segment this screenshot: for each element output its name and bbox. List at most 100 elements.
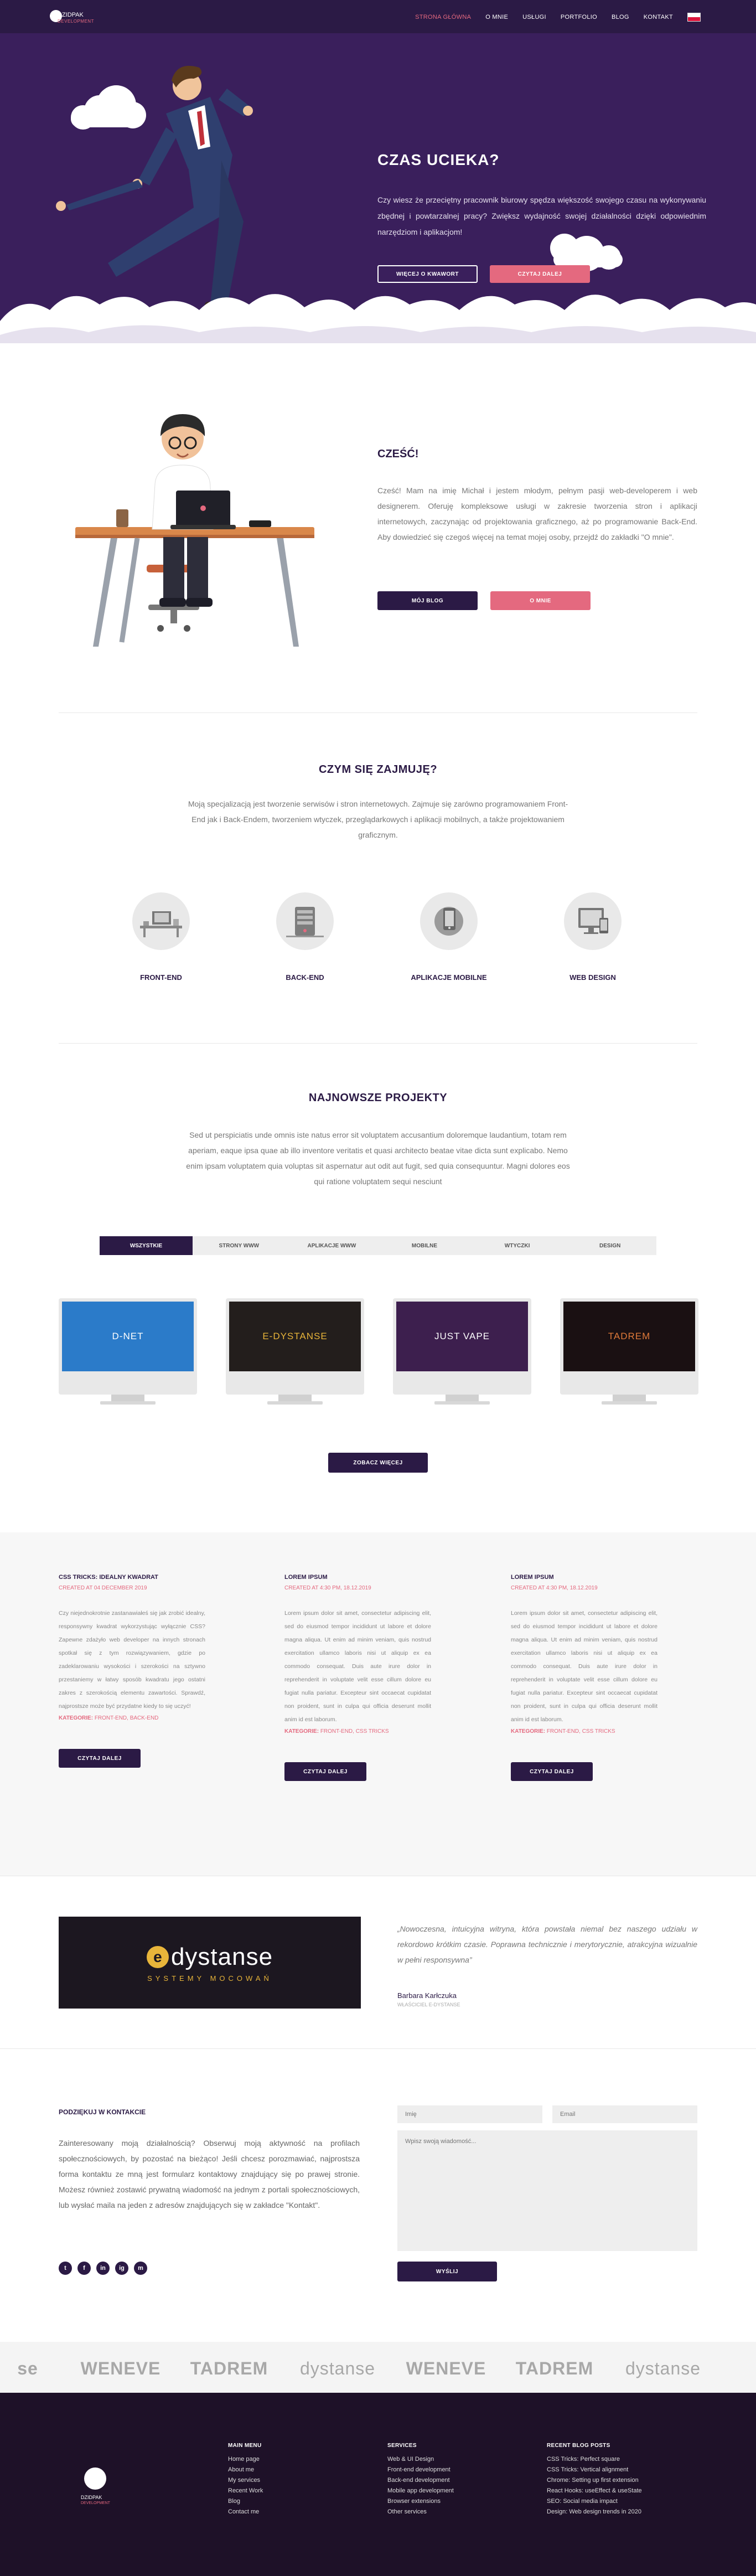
- logo-subtext: DEVELOPMENT: [58, 19, 94, 24]
- projects-text: Sed ut perspiciatis unde omnis iste natu…: [186, 1130, 570, 1186]
- see-more-projects-button[interactable]: ZOBACZ WIĘCEJ: [328, 1453, 428, 1473]
- read-post-button[interactable]: CZYTAJ DALEJ: [284, 1762, 366, 1781]
- blog-post: CSS TRICKS: IDEALNY KWADRAT CREATED AT 0…: [59, 1574, 205, 1768]
- post-date: CREATED AT 04 DECEMBER 2019: [59, 1585, 147, 1591]
- instagram-icon[interactable]: ig: [115, 2262, 128, 2275]
- tab-design[interactable]: DESIGN: [563, 1236, 656, 1255]
- hero-illustration: [0, 65, 756, 343]
- nav-blog[interactable]: BLOG: [612, 14, 629, 20]
- nav-home[interactable]: STRONA GŁÓWNA: [415, 14, 471, 20]
- projects-title: NAJNOWSZE PROJEKTY: [308, 1092, 448, 1104]
- nav-contact[interactable]: KONTAKT: [644, 14, 673, 20]
- footer-link[interactable]: Mobile app development: [387, 2486, 454, 2496]
- footer-link[interactable]: SEO: Social media impact: [547, 2496, 642, 2507]
- nav-about[interactable]: O MNIE: [485, 14, 508, 20]
- client-logo: TADREM: [190, 2358, 268, 2378]
- post-excerpt: Lorem ipsum dolor sit amet, consectetur …: [511, 1610, 657, 1723]
- footer-link[interactable]: React Hooks: useEffect & useState: [547, 2486, 642, 2496]
- footer: DZIDPAK DEVELOPMENT MAIN MENU Home page …: [0, 2393, 756, 2576]
- footer-link[interactable]: Chrome: Setting up first extension: [547, 2475, 642, 2486]
- tab-websites[interactable]: STRONY WWW: [193, 1236, 286, 1255]
- post-title[interactable]: LOREM IPSUM: [511, 1574, 657, 1581]
- tab-mobile[interactable]: MOBILNE: [378, 1236, 471, 1255]
- monitor-frame: D-NET: [59, 1298, 197, 1395]
- services-title: CZYM SIĘ ZAJMUJĘ?: [318, 763, 438, 776]
- footer-link[interactable]: Contact me: [228, 2507, 263, 2517]
- tab-web-apps[interactable]: APLIKACJE WWW: [286, 1236, 379, 1255]
- monitor-stand: [278, 1395, 312, 1401]
- monitor-frame: JUST VAPE: [393, 1298, 531, 1395]
- post-categories: KATEGORIE: FRONT-END, CSS TRICKS: [284, 1728, 431, 1734]
- categories-value[interactable]: FRONT-END, CSS TRICKS: [320, 1728, 389, 1734]
- design-icon: [564, 892, 622, 950]
- polish-flag-icon[interactable]: [687, 13, 701, 22]
- about-me-button[interactable]: O MNIE: [490, 591, 591, 610]
- nav-portfolio[interactable]: PORTFOLIO: [561, 14, 597, 20]
- footer-link[interactable]: Recent Work: [228, 2486, 263, 2496]
- categories-value[interactable]: FRONT-END, BACK-END: [95, 1715, 159, 1721]
- developer-illustration: [75, 414, 314, 647]
- tab-all[interactable]: WSZYSTKIE: [100, 1236, 193, 1255]
- footer-link[interactable]: My services: [228, 2475, 263, 2486]
- footer-link[interactable]: Web & UI Design: [387, 2454, 454, 2465]
- project-card[interactable]: D-NET: [59, 1298, 197, 1409]
- blog-post: LOREM IPSUM CREATED AT 4:30 PM, 18.12.20…: [284, 1574, 431, 1781]
- service-backend[interactable]: BACK-END: [250, 892, 360, 982]
- post-title[interactable]: CSS TRICKS: IDEALNY KWADRAT: [59, 1574, 205, 1581]
- email-input[interactable]: [552, 2105, 697, 2123]
- read-more-button[interactable]: CZYTAJ DALEJ: [490, 265, 590, 283]
- project-card[interactable]: TADREM: [560, 1298, 698, 1409]
- logo-text[interactable]: DZIDPAK: [58, 12, 84, 18]
- footer-link[interactable]: Front-end development: [387, 2465, 454, 2475]
- monitor-stand: [613, 1395, 646, 1401]
- section-divider: [59, 1043, 697, 1044]
- footer-menu-title: MAIN MENU: [228, 2443, 262, 2449]
- footer-link[interactable]: CSS Tricks: Vertical alignment: [547, 2465, 642, 2475]
- categories-label: KATEGORIE:: [59, 1715, 94, 1721]
- name-input[interactable]: [397, 2105, 542, 2123]
- client-logos: se WENEVE TADREM dystanse WENEVE TADREM …: [0, 2358, 756, 2379]
- dystanse-wordmark: dystanse: [170, 1943, 273, 1970]
- linkedin-icon[interactable]: in: [96, 2262, 110, 2275]
- read-post-button[interactable]: CZYTAJ DALEJ: [59, 1749, 141, 1768]
- read-post-button[interactable]: CZYTAJ DALEJ: [511, 1762, 593, 1781]
- nav-services[interactable]: USŁUGI: [522, 14, 546, 20]
- footer-link[interactable]: Home page: [228, 2454, 263, 2465]
- footer-link[interactable]: CSS Tricks: Perfect square: [547, 2454, 642, 2465]
- service-webdesign[interactable]: WEB DESIGN: [537, 892, 648, 982]
- contact-text: Zainteresowany moją działalnością? Obser…: [59, 2139, 360, 2210]
- footer-logo-icon[interactable]: [84, 2467, 106, 2490]
- message-textarea[interactable]: [397, 2130, 697, 2251]
- facebook-icon[interactable]: f: [77, 2262, 91, 2275]
- service-frontend[interactable]: FRONT-END: [106, 892, 216, 982]
- footer-link[interactable]: About me: [228, 2465, 263, 2475]
- post-title[interactable]: LOREM IPSUM: [284, 1574, 431, 1581]
- footer-link[interactable]: Back-end development: [387, 2475, 454, 2486]
- client-logo: dystanse: [299, 2358, 376, 2378]
- client-logo: dystanse: [625, 2358, 701, 2378]
- service-mobile[interactable]: APLIKACJE MOBILNE: [393, 892, 504, 982]
- project-card[interactable]: JUST VAPE: [393, 1298, 531, 1409]
- client-logo: WENEVE: [80, 2358, 161, 2378]
- categories-label: KATEGORIE:: [511, 1728, 546, 1734]
- categories-value[interactable]: FRONT-END, CSS TRICKS: [547, 1728, 615, 1734]
- footer-link[interactable]: Browser extensions: [387, 2496, 454, 2507]
- footer-link[interactable]: Design: Web design trends in 2020: [547, 2507, 642, 2517]
- tab-plugins[interactable]: WTYCZKI: [471, 1236, 564, 1255]
- testimonial-quote: „Nowoczesna, intuicyjna witryna, która p…: [397, 1924, 697, 1964]
- send-button[interactable]: WYŚLIJ: [397, 2262, 497, 2281]
- my-blog-button[interactable]: MÓJ BLOG: [377, 591, 478, 610]
- dystanse-subtitle: SYSTEMY MOCOWAŃ: [147, 1974, 272, 1983]
- twitter-icon[interactable]: t: [59, 2262, 72, 2275]
- footer-link[interactable]: Other services: [387, 2507, 454, 2517]
- project-card[interactable]: E-DYSTANSE: [226, 1298, 364, 1409]
- messenger-icon[interactable]: m: [134, 2262, 147, 2275]
- running-man-illustration: [56, 65, 253, 309]
- monitor-base: [434, 1401, 490, 1405]
- hero-title: CZAS UCIEKA?: [377, 151, 500, 168]
- monitor-stand: [111, 1395, 144, 1401]
- footer-link[interactable]: Blog: [228, 2496, 263, 2507]
- footer-logo-subtext: DEVELOPMENT: [81, 2501, 110, 2505]
- monitor-stand: [446, 1395, 479, 1401]
- learn-more-button[interactable]: WIĘCEJ O KWAWORT: [377, 265, 478, 283]
